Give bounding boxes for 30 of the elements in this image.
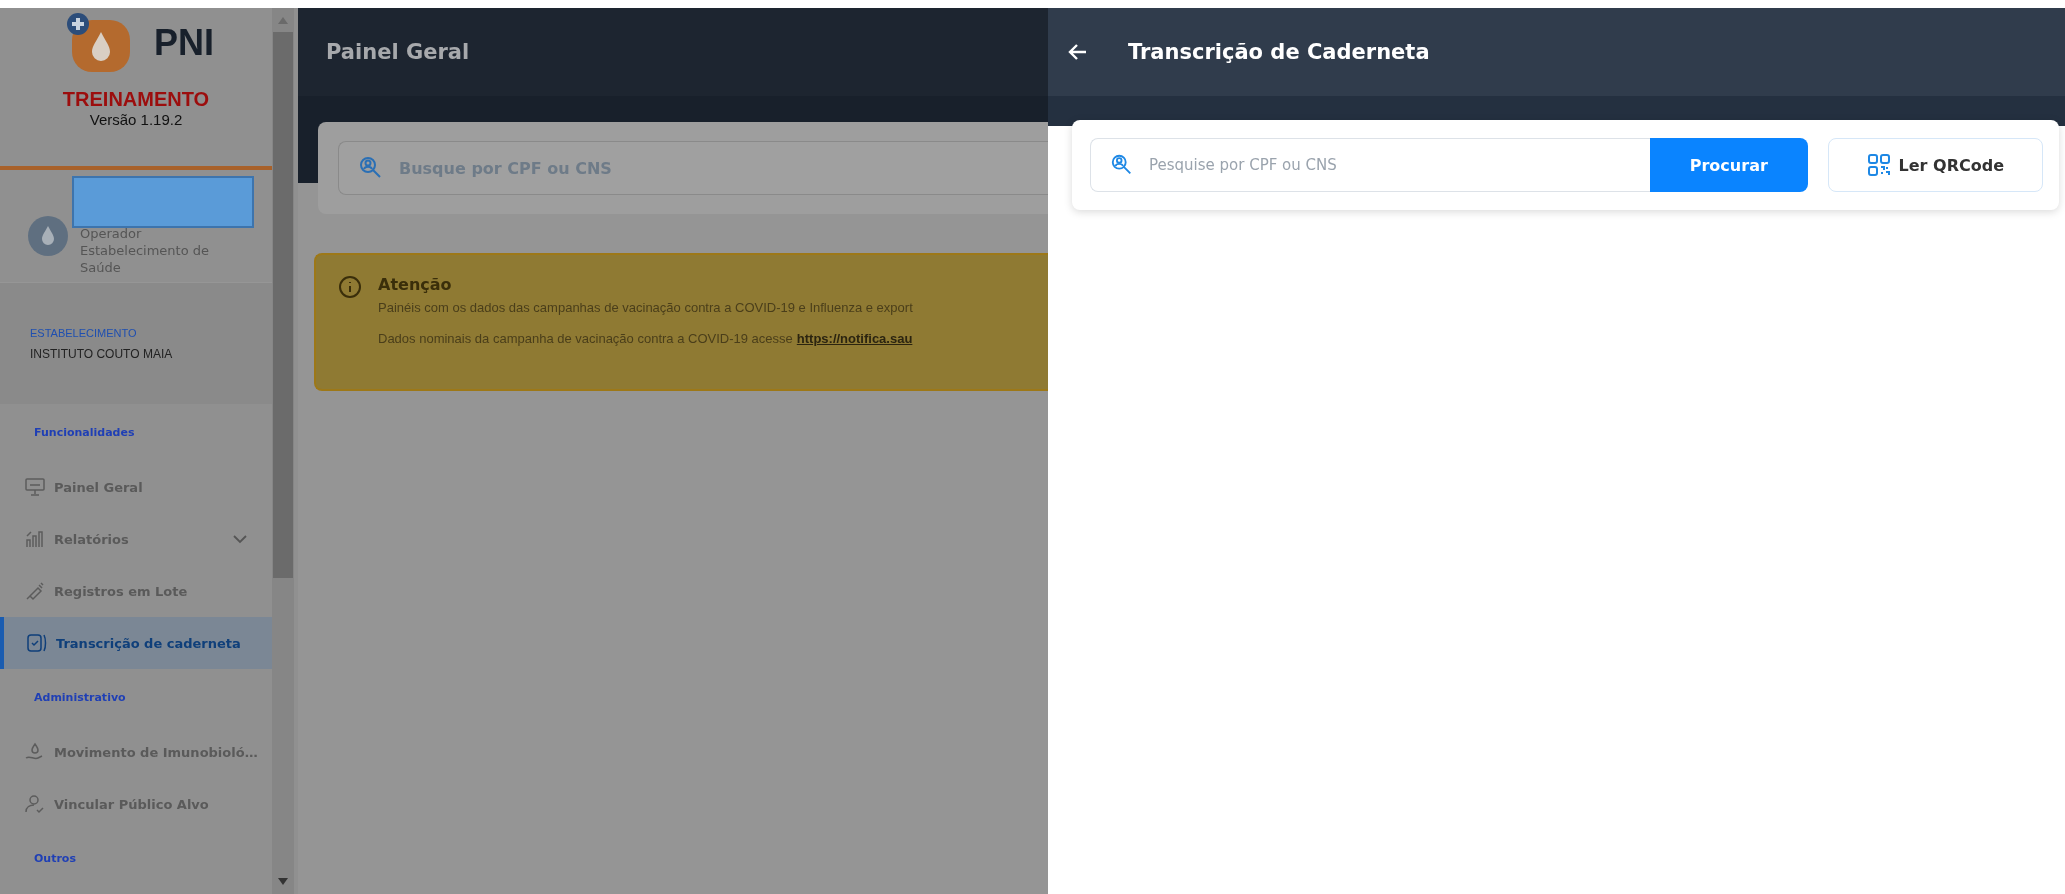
back-arrow-icon[interactable]: [1068, 43, 1088, 61]
alert-text: Painéis com os dados das campanhas de vacinação contra a COVID-19 e Influenza e export: [378, 300, 913, 315]
scroll-down-icon[interactable]: [278, 878, 288, 886]
notifica-link[interactable]: https://notifica.sau: [796, 331, 913, 346]
monitor-icon: [24, 476, 46, 498]
page-title: Painel Geral: [326, 40, 470, 64]
environment-label: TREINAMENTO: [62, 88, 210, 111]
logo-text: PNI: [154, 22, 214, 64]
search-icon: [1110, 153, 1134, 177]
qr-code-button[interactable]: Ler QRCode: [1827, 138, 2043, 192]
alert-title: Atenção: [378, 275, 453, 294]
scrollbar-thumb[interactable]: [273, 32, 293, 578]
user-role: Operador Estabelecimento de Saúde: [80, 224, 210, 276]
section-title: Outros: [33, 851, 77, 867]
panel-title: Transcrição de Caderneta: [1128, 40, 1430, 64]
avatar-icon: [28, 216, 68, 256]
nav-item[interactable]: Transcrição de caderneta: [0, 617, 272, 669]
section-title: Administrativo: [33, 690, 127, 706]
search-button[interactable]: Procurar: [1650, 138, 1808, 192]
qr-code-icon: [1866, 153, 1891, 177]
establishment-name: INSTITUTO COUTO MAIA: [30, 347, 174, 361]
info-icon: [338, 275, 362, 299]
establishment-label: ESTABELECIMENTO: [30, 327, 138, 339]
syringe-icon: [24, 580, 46, 602]
section-title: Funcionalidades: [33, 425, 136, 441]
user-check-icon: [24, 793, 46, 815]
bar-chart-icon: [24, 528, 46, 550]
checkbox-icon: [26, 632, 48, 654]
version-label: Versão 1.19.2: [89, 111, 183, 128]
alert-text: Dados nominais da campanha de vacinação contra a COVID-19 acesse: [378, 331, 793, 346]
